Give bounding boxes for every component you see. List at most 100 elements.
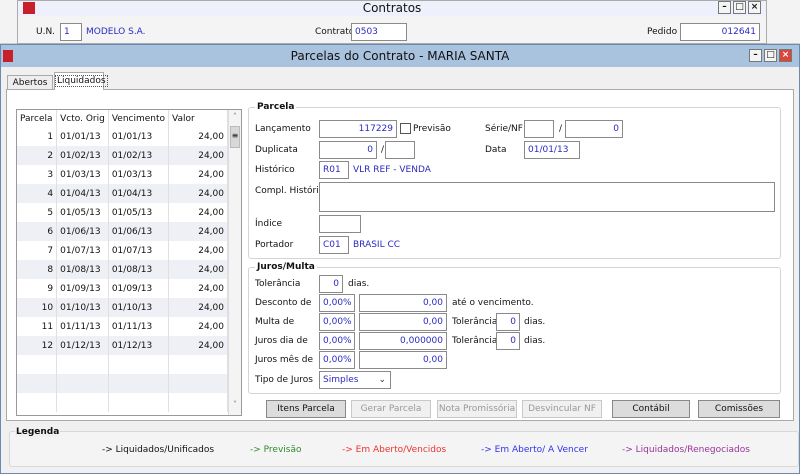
nota-promissoria-button[interactable]: Nota Promissória bbox=[437, 400, 517, 418]
cell-vencimento: 01/03/13 bbox=[108, 165, 170, 184]
table-row[interactable]: 4 01/04/13 01/04/13 24,00 bbox=[17, 184, 228, 203]
cell-vencimento: 01/07/13 bbox=[108, 241, 170, 260]
cell-parcela: 3 bbox=[17, 165, 58, 184]
table-row[interactable]: 1 01/01/13 01/01/13 24,00 bbox=[17, 127, 228, 146]
cell-vencimento: 01/09/13 bbox=[108, 279, 170, 298]
grid-header: Parcela Vcto. Orig Vencimento Valor bbox=[17, 110, 228, 127]
table-row[interactable]: 11 01/11/13 01/11/13 24,00 bbox=[17, 317, 228, 336]
cell-vcto-orig: 01/12/13 bbox=[56, 336, 109, 355]
table-row[interactable] bbox=[17, 355, 228, 374]
cell-valor bbox=[168, 355, 228, 374]
table-row[interactable]: 12 01/12/13 01/12/13 24,00 bbox=[17, 336, 228, 355]
parcelas-title: Parcelas do Contrato - MARIA SANTA bbox=[290, 49, 510, 63]
comissoes-button[interactable]: Comissões bbox=[698, 400, 780, 418]
compl-historico-input[interactable] bbox=[319, 182, 775, 212]
duplicata-input[interactable]: 0 bbox=[319, 141, 377, 159]
cell-valor: 24,00 bbox=[168, 203, 228, 222]
grid-scrollbar[interactable]: ˄ ≡ ˅ bbox=[228, 110, 241, 415]
juros-mes-valor-input[interactable]: 0,00 bbox=[359, 351, 447, 369]
close-icon[interactable]: × bbox=[748, 1, 761, 14]
contratos-titlebar: Contratos – □ × bbox=[18, 1, 766, 16]
cell-vencimento: 01/08/13 bbox=[108, 260, 170, 279]
tolerancia-input[interactable]: 0 bbox=[319, 275, 343, 293]
table-row[interactable]: 8 01/08/13 01/08/13 24,00 bbox=[17, 260, 228, 279]
table-row[interactable]: 9 01/09/13 01/09/13 24,00 bbox=[17, 279, 228, 298]
desconto-valor-input[interactable]: 0,00 bbox=[359, 294, 447, 312]
juros-mes-pct-input[interactable]: 0,00% bbox=[319, 351, 355, 369]
minimize-icon[interactable]: – bbox=[718, 1, 731, 14]
maximize-icon[interactable]: □ bbox=[733, 1, 746, 14]
scroll-up-icon[interactable]: ˄ bbox=[229, 112, 241, 121]
itens-parcela-button[interactable]: Itens Parcela bbox=[266, 400, 346, 418]
table-row[interactable]: 10 01/10/13 01/10/13 24,00 bbox=[17, 298, 228, 317]
close-icon[interactable]: × bbox=[779, 49, 792, 62]
portador-code-input[interactable]: C01 bbox=[319, 236, 349, 254]
un-input[interactable]: 1 bbox=[60, 23, 82, 41]
ate-vencimento-label: até o vencimento. bbox=[452, 298, 534, 308]
juros-dia-valor-input[interactable]: 0,000000 bbox=[359, 332, 447, 350]
scroll-down-icon[interactable]: ˅ bbox=[229, 400, 241, 409]
serie-input[interactable] bbox=[524, 120, 554, 138]
tab-abertos[interactable]: Abertos bbox=[7, 75, 53, 90]
indice-label: Índice bbox=[255, 219, 283, 229]
cell-parcela bbox=[17, 374, 58, 393]
minimize-icon[interactable]: – bbox=[749, 49, 762, 62]
multa-pct-input[interactable]: 0,00% bbox=[319, 313, 355, 331]
gerar-parcela-button[interactable]: Gerar Parcela bbox=[351, 400, 431, 418]
desvincular-nf-button[interactable]: Desvincular NF bbox=[522, 400, 602, 418]
tipo-juros-value: Simples bbox=[323, 375, 359, 385]
legend-liquidados-renegociados: -> Liquidados/Renegociados bbox=[622, 445, 750, 455]
table-row[interactable]: 7 01/07/13 01/07/13 24,00 bbox=[17, 241, 228, 260]
nf-input[interactable]: 0 bbox=[565, 120, 623, 138]
cell-valor: 24,00 bbox=[168, 279, 228, 298]
cell-parcela: 9 bbox=[17, 279, 58, 298]
cell-valor bbox=[168, 393, 228, 412]
cell-parcela bbox=[17, 393, 58, 412]
lancamento-input[interactable]: 117229 bbox=[319, 120, 397, 138]
contratos-title: Contratos bbox=[362, 1, 422, 15]
juros-tolerancia-input[interactable]: 0 bbox=[496, 332, 520, 350]
cell-valor: 24,00 bbox=[168, 298, 228, 317]
multa-valor-input[interactable]: 0,00 bbox=[359, 313, 447, 331]
tipo-juros-select[interactable]: Simples ⌄ bbox=[319, 371, 391, 389]
col-valor[interactable]: Valor bbox=[168, 110, 228, 127]
previsao-checkbox[interactable] bbox=[400, 123, 411, 134]
dias-label: dias. bbox=[348, 279, 370, 289]
cell-vcto-orig: 01/07/13 bbox=[56, 241, 109, 260]
un-name: MODELO S.A. bbox=[86, 27, 146, 37]
cell-vcto-orig bbox=[56, 393, 109, 412]
maximize-icon[interactable]: □ bbox=[764, 49, 777, 62]
table-row[interactable] bbox=[17, 393, 228, 412]
cell-vencimento: 01/01/13 bbox=[108, 127, 170, 146]
un-label: U.N. bbox=[36, 27, 56, 37]
contrato-input[interactable]: 0503 bbox=[351, 23, 407, 41]
parcelas-grid: Parcela Vcto. Orig Vencimento Valor 1 01/… bbox=[16, 109, 242, 416]
col-vcto-orig[interactable]: Vcto. Orig bbox=[56, 110, 109, 127]
duplicata-suffix-input[interactable] bbox=[385, 141, 415, 159]
scroll-thumb[interactable]: ≡ bbox=[230, 126, 240, 148]
table-row[interactable] bbox=[17, 374, 228, 393]
legend-previsao: -> Previsão bbox=[250, 445, 302, 455]
contabil-button[interactable]: Contábil bbox=[612, 400, 690, 418]
col-vencimento[interactable]: Vencimento bbox=[108, 110, 170, 127]
cell-vencimento: 01/02/13 bbox=[108, 146, 170, 165]
multa-tolerancia-input[interactable]: 0 bbox=[496, 313, 520, 331]
cell-vcto-orig: 01/09/13 bbox=[56, 279, 109, 298]
table-row[interactable]: 3 01/03/13 01/03/13 24,00 bbox=[17, 165, 228, 184]
dias-label: dias. bbox=[524, 317, 546, 327]
col-parcela[interactable]: Parcela bbox=[17, 110, 58, 127]
table-row[interactable]: 2 01/02/13 01/02/13 24,00 bbox=[17, 146, 228, 165]
juros-dia-pct-input[interactable]: 0,00% bbox=[319, 332, 355, 350]
historico-label: Histórico bbox=[255, 165, 295, 175]
table-row[interactable]: 5 01/05/13 01/05/13 24,00 bbox=[17, 203, 228, 222]
table-row[interactable]: 6 01/06/13 01/06/13 24,00 bbox=[17, 222, 228, 241]
desconto-pct-input[interactable]: 0,00% bbox=[319, 294, 355, 312]
indice-input[interactable] bbox=[319, 215, 361, 233]
cell-parcela bbox=[17, 355, 58, 374]
cell-vcto-orig: 01/04/13 bbox=[56, 184, 109, 203]
tab-liquidados[interactable]: Liquidados bbox=[54, 72, 108, 90]
cell-vencimento: 01/10/13 bbox=[108, 298, 170, 317]
historico-code-input[interactable]: R01 bbox=[319, 161, 349, 179]
pedido-input[interactable]: 012641 bbox=[680, 23, 760, 41]
data-input[interactable]: 01/01/13 bbox=[524, 141, 580, 159]
